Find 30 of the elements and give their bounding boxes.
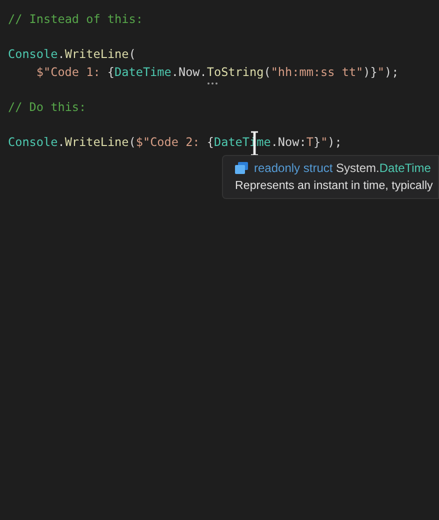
- code-token: DateTime: [114, 64, 172, 81]
- code-token: .Now.: [171, 64, 207, 81]
- code-token: .Now:: [270, 134, 306, 152]
- code-token: );: [384, 64, 399, 81]
- code-token: (: [128, 46, 136, 64]
- code-token: .: [58, 134, 65, 152]
- code-token: $"Code 2:: [136, 134, 201, 152]
- type-signature: readonly struct System.DateTime: [254, 161, 431, 175]
- code-token: (: [128, 134, 136, 152]
- code-token: ToString: [206, 64, 264, 82]
- code-token: Console: [8, 46, 58, 64]
- code-token: ": [377, 64, 384, 81]
- struct-icon: [235, 162, 248, 174]
- code-token: )}: [363, 64, 378, 81]
- code-token: {: [107, 64, 115, 81]
- code-token: WriteLine: [64, 134, 129, 152]
- code-token: // Do this:: [8, 98, 86, 116]
- code-token: T: [306, 134, 314, 152]
- code-token: .: [58, 46, 65, 64]
- code-token: $"Code 1:: [36, 64, 102, 81]
- code-token: Console: [8, 134, 58, 152]
- code-token: }: [313, 134, 321, 152]
- code-token: "hh:mm:ss tt": [270, 64, 364, 81]
- code-token: {: [206, 134, 214, 152]
- code-token: // Instead of this:: [8, 11, 143, 28]
- code-token: );: [328, 134, 342, 152]
- code-token: ": [320, 134, 328, 152]
- type-description: Represents an instant in time, typically: [235, 179, 434, 192]
- code-token: (: [264, 64, 271, 81]
- code-token: WriteLine: [64, 46, 129, 64]
